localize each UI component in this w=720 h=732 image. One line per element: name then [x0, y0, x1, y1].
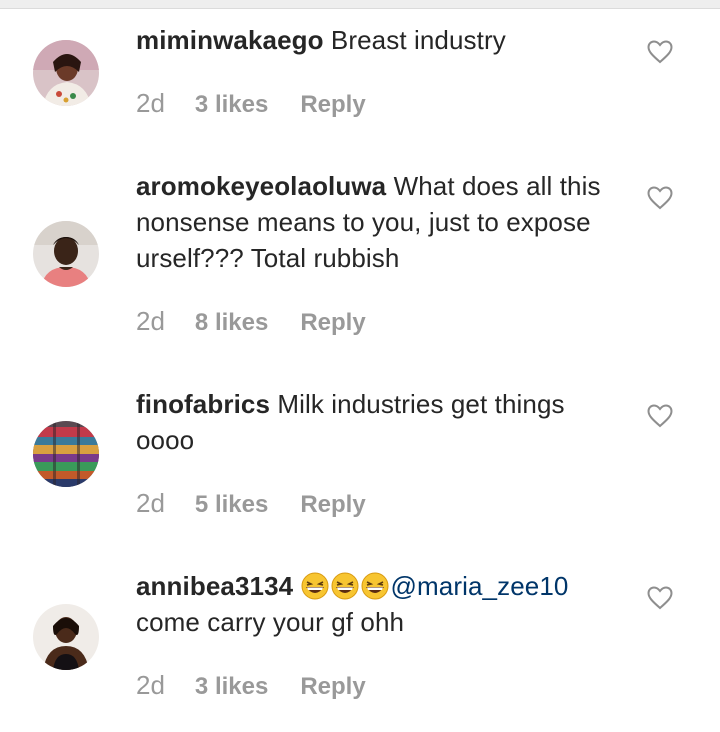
- comment-meta: 2d 8 likes Reply: [136, 306, 366, 337]
- comment-text: Breast industry: [323, 25, 506, 55]
- comment-timestamp: 2d: [136, 88, 165, 118]
- reply-button[interactable]: Reply: [300, 91, 365, 118]
- comment-meta: 2d 3 likes Reply: [136, 88, 366, 119]
- comment-timestamp: 2d: [136, 670, 165, 700]
- heart-outline-icon[interactable]: [647, 404, 673, 428]
- comment-username[interactable]: aromokeyeolaoluwa: [136, 171, 386, 201]
- comment-likes[interactable]: 5 likes: [195, 491, 268, 518]
- comment-timestamp: 2d: [136, 488, 165, 518]
- top-divider: [0, 0, 720, 9]
- heart-outline-icon[interactable]: [647, 186, 673, 210]
- comment-text-spacer: [293, 571, 300, 601]
- heart-outline-icon[interactable]: [647, 40, 673, 64]
- comment-meta: 2d 5 likes Reply: [136, 488, 366, 519]
- comment-likes[interactable]: 3 likes: [195, 91, 268, 118]
- comment-meta: 2d 3 likes Reply: [136, 670, 366, 701]
- comment-body: aromokeyeolaoluwa What does all this non…: [136, 168, 606, 276]
- reply-button[interactable]: Reply: [300, 673, 365, 700]
- comment-likes[interactable]: 8 likes: [195, 309, 268, 336]
- avatar[interactable]: [33, 604, 99, 670]
- grinning-squinting-face-emoji: [331, 572, 359, 600]
- comment-username[interactable]: annibea3134: [136, 571, 293, 601]
- comment-timestamp: 2d: [136, 306, 165, 336]
- comment-body: finofabrics Milk industries get things o…: [136, 386, 606, 458]
- comment-body: miminwakaego Breast industry: [136, 22, 606, 58]
- grinning-squinting-face-emoji: [361, 572, 389, 600]
- avatar[interactable]: [33, 221, 99, 287]
- reply-button[interactable]: Reply: [300, 491, 365, 518]
- comment-text: come carry your gf ohh: [136, 607, 405, 637]
- comment-body: annibea3134 @maria_zee10 come carry your…: [136, 568, 606, 640]
- comment-username[interactable]: finofabrics: [136, 389, 270, 419]
- heart-outline-icon[interactable]: [647, 586, 673, 610]
- avatar[interactable]: [33, 421, 99, 487]
- avatar[interactable]: [33, 40, 99, 106]
- grinning-squinting-face-emoji: [301, 572, 329, 600]
- mention-link[interactable]: @maria_zee10: [391, 571, 569, 601]
- comment-likes[interactable]: 3 likes: [195, 673, 268, 700]
- reply-button[interactable]: Reply: [300, 309, 365, 336]
- comment-username[interactable]: miminwakaego: [136, 25, 324, 55]
